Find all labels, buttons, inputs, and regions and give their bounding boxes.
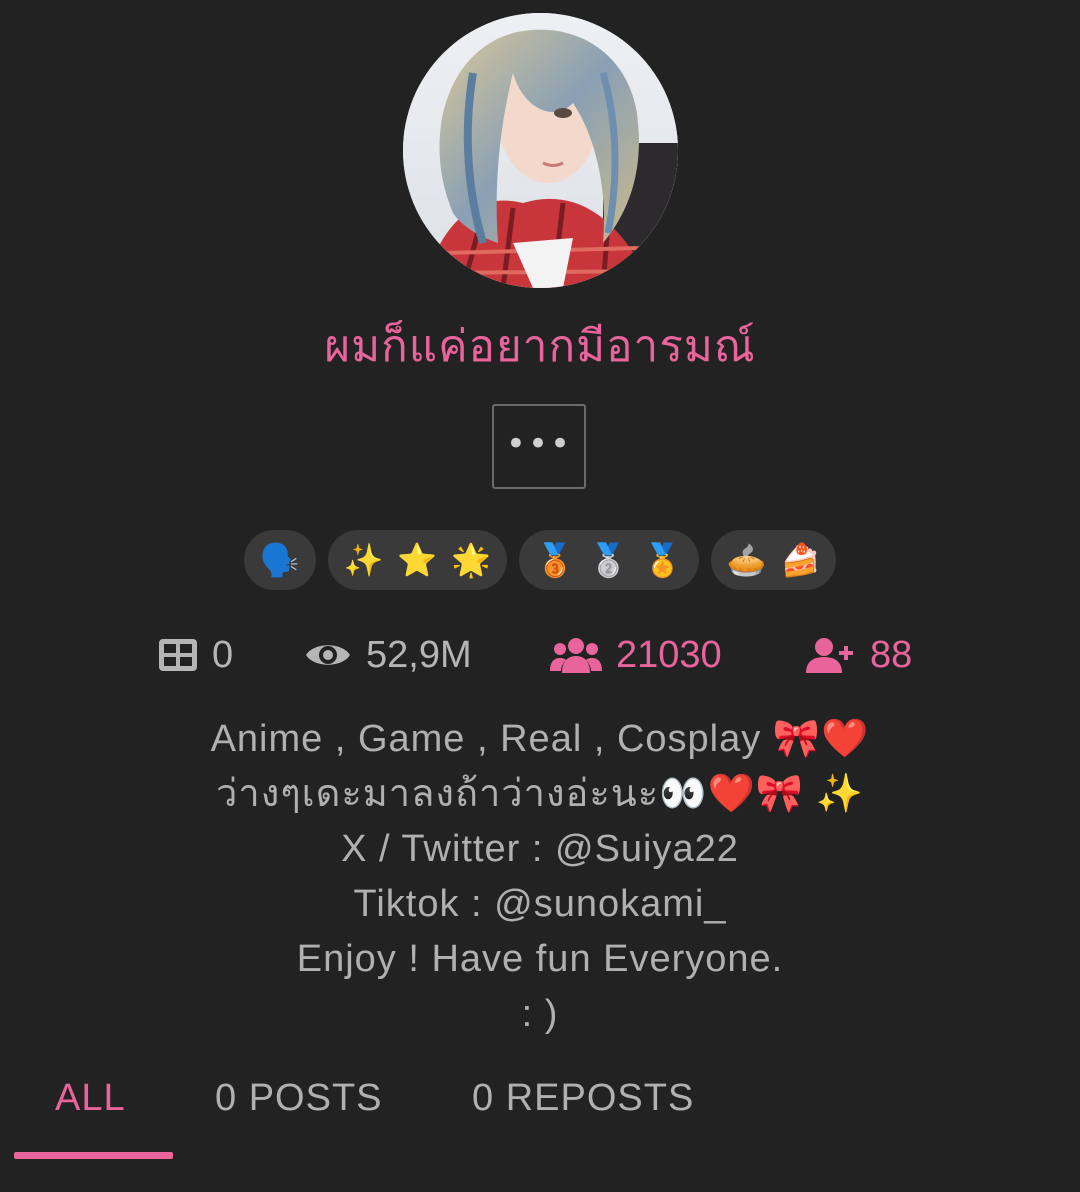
bio-line: Enjoy ! Have fun Everyone. (296, 938, 784, 980)
views-count: 52,9M (366, 633, 472, 676)
bio-line-tiktok: Tiktok : @sunokami_ (353, 883, 727, 925)
following-count: 88 (870, 633, 913, 676)
silver-medal-icon: 🥈 (588, 541, 629, 579)
profile-avatar[interactable] (403, 13, 678, 288)
stat-views: 52,9M (304, 625, 472, 685)
bronze-medal-icon: 🥉 (535, 541, 575, 579)
content-tabs: ALL 0 POSTS 0 REPOSTS (0, 1068, 1080, 1192)
tab-all[interactable]: ALL (55, 1068, 126, 1128)
cake-icon: 🍰 (780, 541, 821, 579)
glowing-star-icon: 🌟 (451, 541, 492, 579)
more-options-button[interactable]: ••• (492, 404, 586, 489)
active-tab-indicator (14, 1152, 173, 1159)
avatar-image (403, 13, 678, 288)
bio-line: ว่างๆเดะมาลงถ้าว่างอ่ะนะ👀❤️🎀 ✨ (216, 773, 864, 815)
badge-group-speaking[interactable]: 🗣️ (243, 530, 316, 590)
grid-icon (159, 639, 197, 671)
stat-posts: 0 (158, 625, 233, 685)
user-plus-icon (806, 638, 853, 673)
stat-following[interactable]: 88 (806, 625, 912, 685)
star-icon: ⭐ (397, 541, 438, 579)
profile-username: ผมก็แค่อยากมีอารมณ์ (324, 321, 756, 372)
eye-icon (306, 645, 350, 665)
pie-icon: 🥧 (726, 541, 767, 579)
posts-count: 0 (212, 633, 234, 676)
speaking-head-icon: 🗣️ (259, 541, 300, 579)
more-dots-icon: ••• (505, 423, 573, 464)
tab-reposts[interactable]: 0 REPOSTS (472, 1068, 694, 1128)
users-group-icon (550, 638, 602, 673)
sports-medal-icon: 🏅 (642, 541, 683, 579)
badge-group-stars[interactable]: ✨ ⭐ 🌟 (327, 530, 508, 590)
bio-line: : ) (521, 993, 559, 1035)
sparkles-icon: ✨ (343, 541, 384, 579)
badge-group-desserts[interactable]: 🥧 🍰 (710, 530, 837, 590)
followers-count: 21030 (616, 633, 722, 676)
profile-bio: Anime , Game , Real , Cosplay 🎀❤️ ว่างๆเ… (0, 712, 1080, 1042)
bio-line-twitter: X / Twitter : @Suiya22 (341, 828, 739, 870)
tab-posts[interactable]: 0 POSTS (215, 1068, 383, 1128)
badge-row: 🗣️ ✨ ⭐ 🌟 🥉 🥈 🏅 🥧 🍰 (0, 530, 1080, 590)
badge-group-medals[interactable]: 🥉 🥈 🏅 (519, 530, 699, 590)
bio-line: Anime , Game , Real , Cosplay 🎀❤️ (210, 718, 870, 760)
stats-row: 0 52,9M 21030 88 (0, 625, 1080, 685)
stat-followers[interactable]: 21030 (550, 625, 722, 685)
